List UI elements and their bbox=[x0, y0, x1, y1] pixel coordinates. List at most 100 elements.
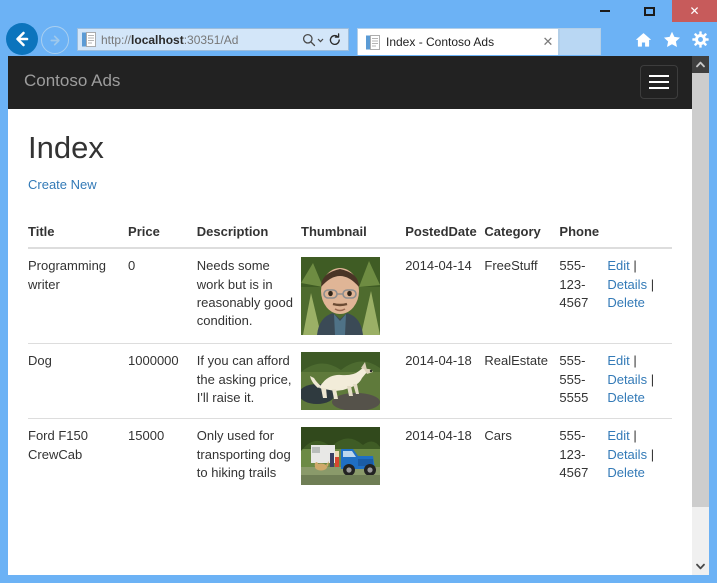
page-icon bbox=[366, 34, 380, 50]
delete-link[interactable]: Delete bbox=[607, 295, 645, 310]
truck-thumbnail-image bbox=[301, 427, 380, 486]
cell-title: Ford F150 CrewCab bbox=[28, 418, 129, 494]
search-icon[interactable] bbox=[302, 33, 325, 47]
table-header-row: Title Price Description Thumbnail Posted… bbox=[28, 216, 672, 250]
cell-thumbnail bbox=[301, 418, 406, 494]
close-icon: ✕ bbox=[689, 4, 700, 18]
browser-tab-active[interactable]: Index - Contoso Ads ✕ bbox=[357, 28, 559, 55]
cell-category: Cars bbox=[484, 418, 560, 494]
address-bar[interactable]: http://localhost:30351/Ad bbox=[77, 28, 349, 51]
action-separator: | bbox=[650, 446, 655, 462]
address-bar-url: http://localhost:30351/Ad bbox=[101, 32, 239, 47]
create-new-link[interactable]: Create New bbox=[28, 177, 97, 192]
cell-description: Needs some work but is in reasonably goo… bbox=[196, 258, 293, 329]
action-separator: | bbox=[650, 371, 655, 387]
details-link[interactable]: Details bbox=[607, 277, 647, 292]
forward-button[interactable] bbox=[41, 26, 69, 54]
page-content: Contoso Ads Index Create New Title Price… bbox=[8, 56, 692, 575]
navbar-toggle-button[interactable] bbox=[640, 65, 678, 99]
column-header-title: Title bbox=[28, 216, 129, 250]
cell-phone: 555-555-5555 bbox=[559, 343, 608, 419]
main-container: Index Create New Title Price Description… bbox=[8, 130, 692, 494]
details-link[interactable]: Details bbox=[607, 372, 647, 387]
favorites-star-icon[interactable] bbox=[663, 31, 681, 48]
page-viewport: Contoso Ads Index Create New Title Price… bbox=[8, 56, 709, 575]
cell-price: 0 bbox=[128, 258, 136, 274]
back-button[interactable] bbox=[6, 23, 38, 55]
refresh-icon[interactable] bbox=[328, 32, 342, 47]
table-row: Dog 1000000 If you can afford the asking… bbox=[28, 343, 672, 419]
column-header-thumbnail: Thumbnail bbox=[301, 216, 406, 250]
browser-tab-strip: Index - Contoso Ads ✕ bbox=[357, 28, 601, 55]
browser-window: ✕ http://localhost:30351/Ad Index - Cont… bbox=[0, 0, 717, 583]
column-header-posteddate: PostedDate bbox=[405, 216, 485, 250]
cell-description: If you can afford the asking price, I'll… bbox=[196, 343, 301, 419]
minimize-icon bbox=[599, 10, 610, 12]
edit-link[interactable]: Edit bbox=[607, 428, 629, 443]
page-icon bbox=[82, 32, 96, 47]
chevron-up-icon bbox=[696, 61, 705, 68]
scrollbar-down-button[interactable] bbox=[692, 558, 709, 575]
chevron-down-icon bbox=[317, 38, 324, 42]
action-separator: | bbox=[650, 276, 655, 292]
dog-thumbnail-image bbox=[301, 352, 380, 411]
browser-navigation-strip: http://localhost:30351/Ad Index - Contos… bbox=[0, 22, 717, 56]
table-head: Title Price Description Thumbnail Posted… bbox=[28, 216, 672, 250]
ads-table: Title Price Description Thumbnail Posted… bbox=[28, 216, 672, 494]
scrollbar-track[interactable] bbox=[692, 507, 709, 558]
chevron-down-icon bbox=[696, 563, 705, 570]
hamburger-bar bbox=[649, 75, 669, 77]
cell-posteddate: 2014-04-14 bbox=[405, 258, 472, 274]
forward-arrow-icon bbox=[50, 35, 60, 46]
cell-actions: Edit | Details | Delete bbox=[607, 343, 672, 419]
navbar-brand[interactable]: Contoso Ads bbox=[24, 71, 120, 91]
browser-toolbar bbox=[635, 31, 709, 48]
portrait-thumbnail-image bbox=[301, 257, 380, 336]
table-row: Ford F150 CrewCab 15000 Only used for tr… bbox=[28, 418, 672, 494]
cell-actions: Edit | Details | Delete bbox=[607, 418, 672, 494]
cell-description: Only used for transporting dog to hiking… bbox=[196, 418, 301, 494]
cell-posteddate: 2014-04-18 bbox=[405, 418, 485, 494]
page-title: Index bbox=[28, 130, 104, 165]
window-maximize-button[interactable] bbox=[627, 0, 672, 22]
window-close-button[interactable]: ✕ bbox=[672, 0, 717, 22]
browser-tab-title: Index - Contoso Ads bbox=[386, 35, 495, 49]
cell-price: 1000000 bbox=[128, 343, 197, 419]
cell-thumbnail bbox=[301, 343, 406, 419]
hamburger-bar bbox=[649, 81, 669, 83]
home-glyph bbox=[636, 32, 651, 47]
edit-link[interactable]: Edit bbox=[607, 258, 629, 273]
cell-title: Programming writer bbox=[28, 258, 107, 292]
edit-link[interactable]: Edit bbox=[607, 353, 629, 368]
new-tab-button[interactable] bbox=[559, 28, 601, 55]
column-header-phone: Phone bbox=[559, 216, 608, 250]
settings-gear-icon[interactable] bbox=[692, 31, 709, 48]
window-titlebar: ✕ bbox=[0, 0, 717, 22]
cell-title: Dog bbox=[28, 343, 129, 419]
cell-phone: 555-123-4567 bbox=[559, 258, 589, 310]
cell-category: FreeStuff bbox=[484, 258, 538, 274]
table-row: Programming writer 0 Needs some work but… bbox=[28, 248, 672, 344]
delete-link[interactable]: Delete bbox=[607, 465, 645, 480]
back-arrow-icon bbox=[16, 31, 29, 47]
details-link[interactable]: Details bbox=[607, 447, 647, 462]
site-navbar: Contoso Ads bbox=[8, 56, 692, 109]
cell-price: 15000 bbox=[128, 418, 197, 494]
page-scrollbar[interactable] bbox=[692, 56, 709, 575]
tab-close-icon[interactable]: ✕ bbox=[538, 34, 558, 50]
action-separator: | bbox=[633, 353, 637, 369]
cell-thumbnail bbox=[301, 248, 405, 344]
magnifier-glyph bbox=[302, 33, 316, 46]
maximize-icon bbox=[644, 6, 655, 16]
cell-posteddate: 2014-04-18 bbox=[405, 343, 485, 419]
home-icon[interactable] bbox=[635, 32, 652, 48]
delete-link[interactable]: Delete bbox=[607, 390, 645, 405]
star-glyph bbox=[664, 31, 680, 47]
reload-glyph bbox=[329, 32, 340, 45]
scrollbar-thumb[interactable] bbox=[692, 73, 709, 507]
scrollbar-up-button[interactable] bbox=[692, 56, 709, 73]
column-header-actions bbox=[607, 216, 672, 250]
action-separator: | bbox=[633, 428, 637, 444]
column-header-category: Category bbox=[484, 216, 560, 250]
window-minimize-button[interactable] bbox=[582, 0, 627, 22]
